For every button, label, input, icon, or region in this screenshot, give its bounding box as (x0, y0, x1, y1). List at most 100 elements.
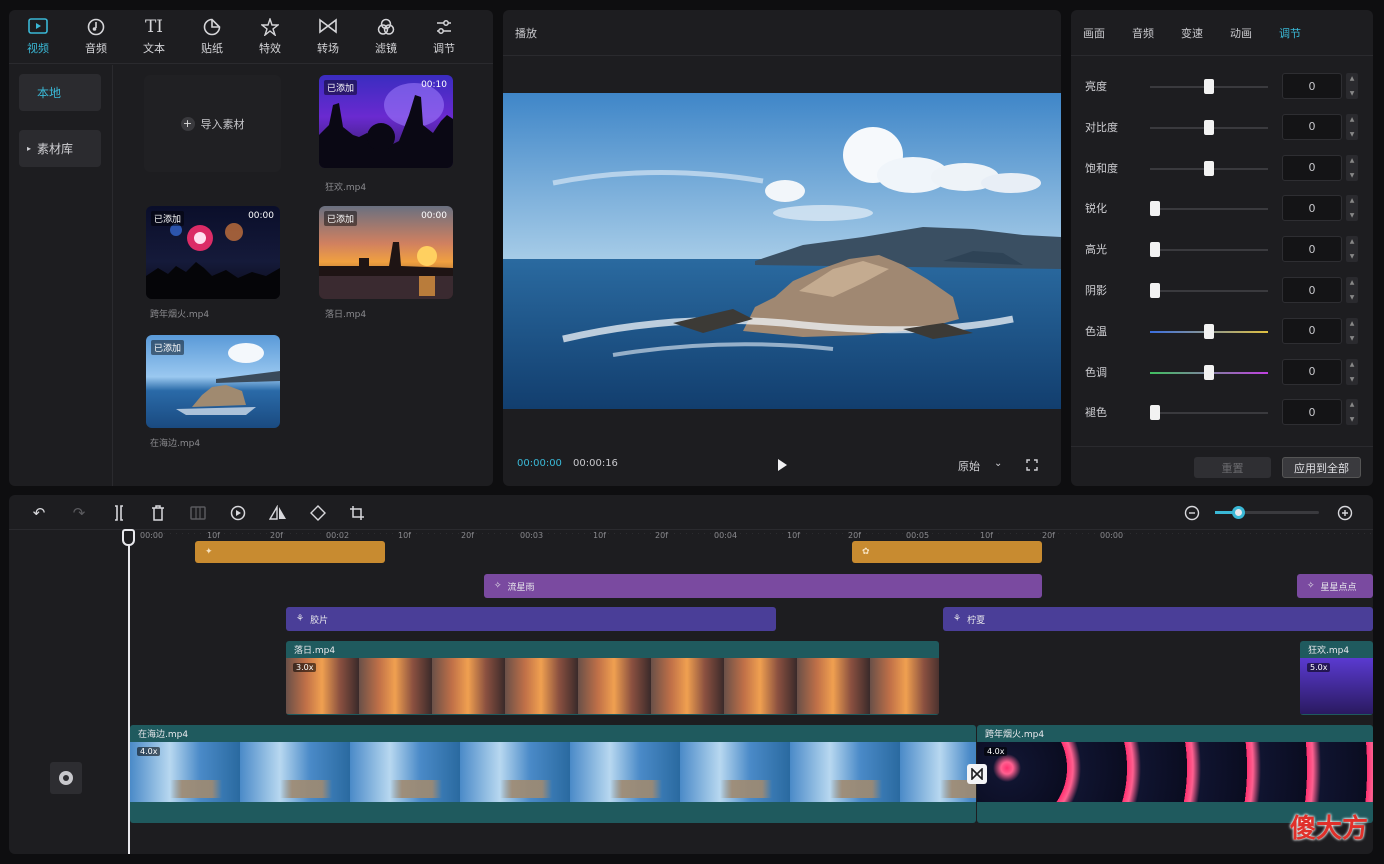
chevron-up-icon[interactable]: ▲ (1350, 361, 1355, 368)
effect-clip[interactable]: ✧ 流星雨 (484, 574, 1042, 598)
nav-text[interactable]: TI 文本 (125, 10, 183, 64)
media-thumb-party[interactable]: 已添加 00:10 (319, 75, 453, 168)
chevron-down-icon[interactable]: ▼ (1350, 335, 1355, 342)
tab-picture[interactable]: 画面 (1083, 25, 1105, 41)
media-thumb-fireworks[interactable]: 已添加 00:00 (146, 206, 280, 299)
tab-adjust[interactable]: 调节 (1279, 25, 1301, 41)
nav-effects[interactable]: 特效 (241, 10, 299, 64)
adjust-value-input[interactable]: 0 (1282, 236, 1342, 263)
chevron-up-icon[interactable]: ▲ (1350, 279, 1355, 286)
rotate-button[interactable] (308, 503, 328, 523)
adjust-stepper[interactable]: ▲ ▼ (1346, 317, 1358, 344)
adjust-slider-thumb[interactable] (1150, 242, 1160, 258)
adjust-stepper[interactable]: ▲ ▼ (1346, 73, 1358, 99)
adjust-value-input[interactable]: 0 (1282, 358, 1342, 385)
adjust-slider-thumb[interactable] (1204, 160, 1214, 176)
reset-button[interactable]: 重置 (1194, 457, 1271, 478)
adjust-slider-thumb[interactable] (1204, 79, 1214, 94)
zoom-slider[interactable] (1215, 506, 1319, 519)
preview-video[interactable] (503, 93, 1061, 409)
sidebar-item-library[interactable]: ▸ 素材库 (19, 130, 101, 167)
sticker-clip[interactable]: ✿ (852, 541, 1042, 563)
chevron-up-icon[interactable]: ▲ (1350, 320, 1355, 327)
adjust-stepper[interactable]: ▲ ▼ (1346, 195, 1358, 222)
playhead-handle[interactable] (122, 529, 135, 546)
adjust-value-input[interactable]: 0 (1282, 195, 1342, 222)
apply-to-all-button[interactable]: 应用到全部 (1282, 457, 1361, 478)
nav-filter[interactable]: 滤镜 (357, 10, 415, 64)
redo-button[interactable]: ↷ (69, 503, 89, 523)
adjust-stepper[interactable]: ▲ ▼ (1346, 399, 1358, 426)
adjust-slider-thumb[interactable] (1150, 405, 1160, 421)
adjust-slider-thumb[interactable] (1204, 364, 1214, 380)
track-cover-button[interactable] (50, 762, 82, 794)
undo-button[interactable]: ↶ (29, 503, 49, 523)
adjust-value-input[interactable]: 0 (1282, 154, 1342, 181)
adjust-stepper[interactable]: ▲ ▼ (1346, 113, 1358, 140)
chevron-up-icon[interactable]: ▲ (1350, 116, 1355, 123)
chevron-up-icon[interactable]: ▲ (1350, 401, 1355, 408)
tab-speed[interactable]: 变速 (1181, 25, 1203, 41)
aspect-ratio-select[interactable]: 原始 (958, 458, 980, 474)
playhead-line[interactable] (128, 529, 130, 854)
adjust-slider-thumb[interactable] (1204, 323, 1214, 339)
delete-button[interactable] (148, 503, 168, 523)
adjust-stepper[interactable]: ▲ ▼ (1346, 277, 1358, 303)
fullscreen-button[interactable] (1026, 459, 1038, 471)
adjust-value-input[interactable]: 0 (1282, 317, 1342, 344)
overlay-video-clip[interactable]: 狂欢.mp4 5.0x (1300, 641, 1373, 715)
filter-clip[interactable]: ⚘ 柠夏 (943, 607, 1373, 631)
chevron-down-icon[interactable]: ▼ (1350, 172, 1355, 179)
overlay-video-clip[interactable]: 落日.mp4 3.0x (286, 641, 939, 715)
tab-audio[interactable]: 音频 (1132, 25, 1154, 41)
chevron-down-icon[interactable]: ▼ (1350, 131, 1355, 138)
zoom-in-button[interactable] (1335, 503, 1355, 523)
chevron-up-icon[interactable]: ▲ (1350, 238, 1355, 245)
chevron-down-icon[interactable]: ▼ (1350, 253, 1355, 260)
adjust-stepper[interactable]: ▲ ▼ (1346, 154, 1358, 181)
adjust-slider-thumb[interactable] (1204, 119, 1214, 135)
adjust-slider-track[interactable] (1150, 290, 1268, 292)
adjust-slider-track[interactable] (1150, 249, 1268, 252)
chevron-down-icon[interactable]: ▼ (1350, 294, 1355, 301)
adjust-stepper[interactable]: ▲ ▼ (1346, 358, 1358, 385)
effect-clip[interactable]: ✧ 星星点点 (1297, 574, 1373, 598)
chevron-up-icon[interactable]: ▲ (1350, 157, 1355, 164)
split-button[interactable] (109, 503, 129, 523)
nav-audio[interactable]: 音频 (67, 10, 125, 64)
chevron-down-icon[interactable]: ⌄ (994, 458, 1002, 469)
chevron-up-icon[interactable]: ▲ (1350, 75, 1355, 82)
chevron-down-icon[interactable]: ▼ (1350, 376, 1355, 383)
import-media-button[interactable]: + 导入素材 (144, 75, 281, 172)
main-video-clip[interactable]: 在海边.mp4 4.0x (130, 725, 976, 823)
adjust-value-input[interactable]: 0 (1282, 399, 1342, 426)
zoom-slider-thumb[interactable] (1232, 506, 1245, 519)
adjust-slider-thumb[interactable] (1150, 201, 1160, 217)
media-thumb-sunset[interactable]: 已添加 00:00 (319, 206, 453, 299)
crop-button[interactable] (347, 503, 367, 523)
adjust-slider-thumb[interactable] (1150, 283, 1160, 298)
chevron-down-icon[interactable]: ▼ (1350, 90, 1355, 97)
nav-sticker[interactable]: 贴纸 (183, 10, 241, 64)
adjust-slider-track[interactable] (1150, 412, 1268, 415)
adjust-slider-track[interactable] (1150, 208, 1268, 211)
media-thumb-seaside[interactable]: 已添加 (146, 335, 280, 428)
sidebar-item-local[interactable]: 本地 (19, 74, 101, 111)
nav-video[interactable]: 视频 (9, 10, 67, 64)
chevron-down-icon[interactable]: ▼ (1350, 416, 1355, 423)
mirror-button[interactable] (268, 503, 288, 523)
adjust-stepper[interactable]: ▲ ▼ (1346, 236, 1358, 263)
chevron-down-icon[interactable]: ▼ (1350, 212, 1355, 219)
adjust-value-input[interactable]: 0 (1282, 277, 1342, 303)
filter-clip[interactable]: ⚘ 胶片 (286, 607, 776, 631)
nav-adjust[interactable]: 调节 (415, 10, 473, 64)
adjust-value-input[interactable]: 0 (1282, 73, 1342, 99)
zoom-out-button[interactable] (1182, 503, 1202, 523)
chevron-up-icon[interactable]: ▲ (1350, 197, 1355, 204)
play-button[interactable] (775, 458, 789, 472)
reverse-button[interactable] (228, 503, 248, 523)
transition-marker[interactable] (967, 764, 987, 784)
freeze-button[interactable] (188, 503, 208, 523)
tab-animation[interactable]: 动画 (1230, 25, 1252, 41)
nav-transition[interactable]: 转场 (299, 10, 357, 64)
